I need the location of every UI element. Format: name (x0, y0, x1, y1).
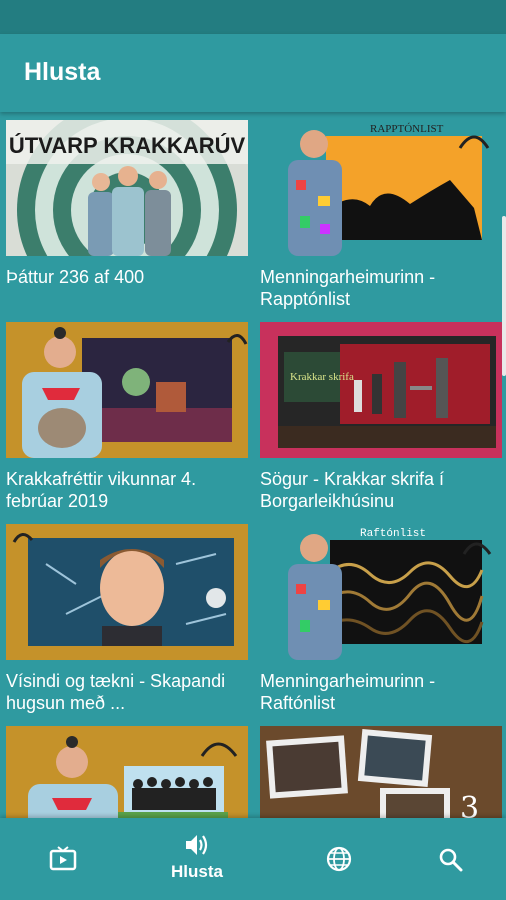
status-bar (0, 0, 506, 34)
rapp-banner: RAPPTÓNLIST (370, 123, 444, 135)
episode-thumbnail[interactable] (6, 322, 248, 458)
episode-card[interactable]: Raftónlist Menningarheimurinn - Raftónli… (260, 524, 502, 714)
episode-card[interactable]: Krakkar skrifa Sögur - Krakkar skrifa í … (260, 322, 502, 512)
episode-card[interactable]: ÚTVARP KRAKKARÚV Þáttur 236 af 400 (6, 120, 248, 288)
nav-explore[interactable] (276, 818, 402, 900)
episode-thumbnail[interactable]: ÚTVARP KRAKKARÚV (6, 120, 248, 256)
svg-text:3: 3 (460, 791, 479, 818)
krakkar-skrifa-banner: Krakkar skrifa (290, 371, 354, 383)
nav-search[interactable] (388, 818, 506, 900)
raft-banner: Raftónlist (360, 528, 426, 540)
tv-icon (49, 846, 77, 871)
episode-title: Menningarheimurinn - Rapptónlist (260, 267, 436, 309)
episode-title: Þáttur 236 af 400 (6, 267, 145, 287)
episode-title: Menningarheimurinn - Raftónlist (260, 671, 436, 713)
episode-thumbnail[interactable]: Raftónlist (260, 524, 502, 660)
nav-watch[interactable] (0, 818, 126, 900)
bottom-navigation: Hlusta (0, 818, 506, 900)
speaker-icon (186, 835, 208, 855)
episode-card[interactable]: Vísindi og tækni - Skapandi hugsun með .… (6, 524, 248, 714)
episode-card[interactable]: RAPPTÓNLIST Menningarheimurinn - Rapptón… (260, 120, 502, 310)
episode-thumbnail[interactable]: 3 (260, 726, 502, 818)
episode-title: Sögur - Krakkar skrifa í Borgarleikhúsin… (260, 469, 445, 511)
episode-title: Vísindi og tækni - Skapandi hugsun með .… (6, 671, 226, 713)
page-title: Hlusta (24, 58, 101, 86)
episode-title: Krakkafréttir vikunnar 4. febrúar 2019 (6, 469, 197, 511)
episode-card[interactable] (6, 726, 248, 818)
krakkaruv-banner: ÚTVARP KRAKKARÚV (9, 133, 246, 158)
episode-card[interactable]: Krakkafréttir vikunnar 4. febrúar 2019 (6, 322, 248, 512)
search-icon (439, 848, 463, 872)
scroll-indicator[interactable] (502, 216, 506, 376)
app-bar: Hlusta (0, 34, 506, 112)
globe-icon (326, 846, 352, 872)
nav-listen[interactable]: Hlusta (134, 818, 260, 900)
episode-thumbnail[interactable]: Krakkar skrifa (260, 322, 502, 458)
episode-thumbnail[interactable] (6, 726, 248, 818)
episode-card[interactable]: 3 (260, 726, 502, 818)
episode-grid[interactable]: ÚTVARP KRAKKARÚV Þáttur 236 af 400 RAPPT… (0, 112, 506, 818)
episode-thumbnail[interactable] (6, 524, 248, 660)
episode-thumbnail[interactable]: RAPPTÓNLIST (260, 120, 502, 256)
nav-listen-label: Hlusta (171, 862, 223, 881)
